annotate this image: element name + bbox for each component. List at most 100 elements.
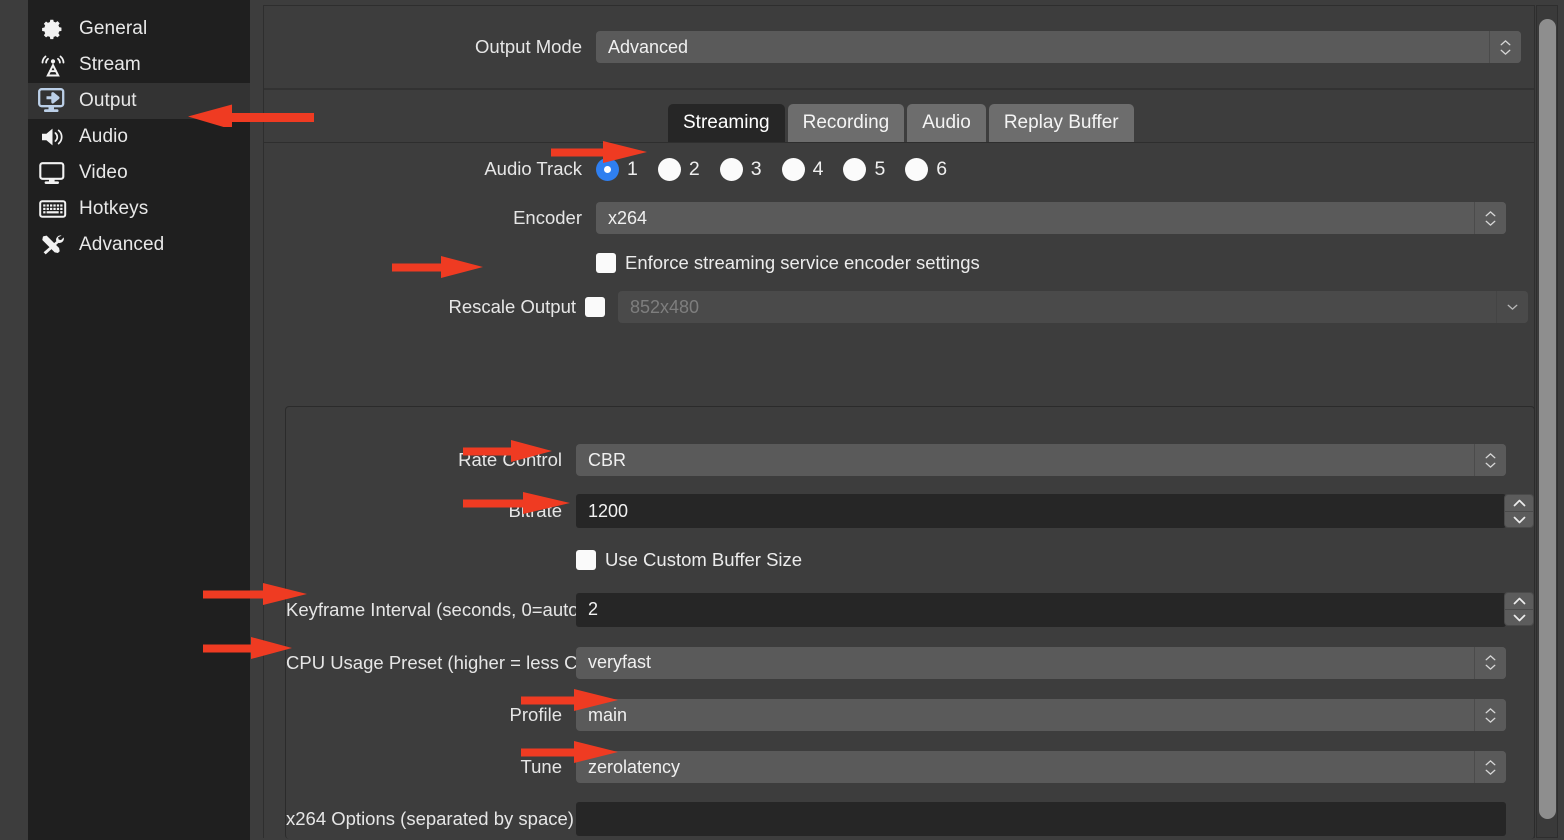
audio-track-label: Audio Track — [484, 158, 582, 179]
rescale-output-select[interactable]: 852x480 — [618, 291, 1528, 323]
tune-select[interactable]: zerolatency — [576, 751, 1506, 783]
output-mode-value: Advanced — [608, 36, 689, 57]
gear-icon — [38, 16, 68, 42]
arrow-to-rate-control — [463, 440, 552, 462]
x264-options-label: x264 Options (separated by space) — [286, 808, 574, 829]
encoder-label: Encoder — [513, 207, 582, 228]
profile-select[interactable]: main — [576, 699, 1506, 731]
checkbox-icon — [596, 253, 616, 273]
sidebar-item-label: Hotkeys — [79, 198, 149, 219]
vertical-scrollbar-track[interactable] — [1536, 5, 1558, 838]
output-mode-label: Output Mode — [475, 36, 582, 57]
spinner-up-icon[interactable] — [1504, 494, 1534, 511]
sidebar-item-label: Output — [79, 90, 137, 111]
rescale-output-checkbox[interactable] — [585, 297, 605, 317]
tab-replay-buffer[interactable]: Replay Buffer — [988, 104, 1134, 142]
chevron-down-icon[interactable] — [1496, 291, 1528, 323]
chevron-updown-icon[interactable] — [1489, 31, 1521, 63]
output-mode-select[interactable]: Advanced — [596, 31, 1521, 63]
custom-buffer-checkbox[interactable]: Use Custom Buffer Size — [576, 549, 802, 571]
cpu-preset-value: veryfast — [588, 652, 652, 672]
encoder-settings-groupbox: Rate Control CBR Bitrate 1200 — [285, 406, 1535, 839]
arrow-to-output-sidebar — [188, 103, 314, 127]
rate-control-select[interactable]: CBR — [576, 444, 1506, 476]
tune-row: Tune zerolatency — [286, 741, 1534, 793]
x264-options-input[interactable] — [576, 802, 1506, 836]
output-mode-row: Output Mode Advanced — [264, 6, 1534, 88]
audio-track-radio-5[interactable]: 5 — [843, 157, 885, 181]
sidebar-item-video[interactable]: Video — [28, 155, 250, 191]
arrow-to-cpu-preset — [203, 637, 292, 659]
sidebar-item-stream[interactable]: Stream — [28, 47, 250, 83]
keyframe-interval-row: Keyframe Interval (seconds, 0=auto) 2 — [286, 583, 1534, 636]
obs-settings-window: General Stream Output Audio Video Hotkey… — [0, 0, 1564, 840]
rate-control-value: CBR — [588, 449, 627, 470]
chevron-updown-icon[interactable] — [1474, 202, 1506, 234]
tools-icon — [38, 232, 68, 258]
arrow-to-tune — [521, 741, 618, 763]
radio-icon — [719, 157, 743, 181]
sidebar-item-advanced[interactable]: Advanced — [28, 227, 250, 263]
checkbox-icon — [576, 550, 596, 570]
keyframe-interval-spinner[interactable] — [1504, 592, 1534, 626]
audio-track-radio-4[interactable]: 4 — [781, 157, 823, 181]
audio-track-radio-6[interactable]: 6 — [905, 157, 947, 181]
radio-icon — [657, 157, 681, 181]
speaker-icon — [38, 124, 68, 150]
rescale-output-value: 852x480 — [630, 296, 700, 317]
keyboard-icon — [38, 196, 68, 222]
tab-recording[interactable]: Recording — [787, 104, 905, 142]
x264-options-row: x264 Options (separated by space) — [286, 793, 1534, 840]
sidebar-item-label: Video — [79, 162, 128, 183]
settings-main-panel: Output Mode Advanced Streaming Recording… — [263, 5, 1535, 839]
tab-audio[interactable]: Audio — [907, 104, 986, 142]
cpu-preset-select[interactable]: veryfast — [576, 646, 1506, 679]
spinner-down-icon[interactable] — [1504, 609, 1534, 626]
tab-streaming[interactable]: Streaming — [668, 104, 785, 142]
chevron-updown-icon[interactable] — [1474, 751, 1506, 783]
chevron-updown-icon[interactable] — [1474, 646, 1506, 679]
tab-bar: Streaming Recording Audio Replay Buffer — [264, 90, 1534, 142]
broadcast-icon — [38, 52, 68, 78]
custom-buffer-row: Use Custom Buffer Size — [286, 537, 1534, 583]
sidebar-item-label: Audio — [79, 126, 129, 147]
enforce-checkbox[interactable]: Enforce streaming service encoder settin… — [596, 252, 980, 274]
tune-value: zerolatency — [588, 756, 681, 777]
spinner-up-icon[interactable] — [1504, 592, 1534, 609]
spinner-down-icon[interactable] — [1504, 511, 1534, 528]
radio-icon — [905, 157, 929, 181]
sidebar-item-label: General — [79, 18, 148, 39]
keyframe-interval-input[interactable]: 2 — [576, 592, 1506, 627]
encoder-value: x264 — [608, 207, 648, 228]
output-monitor-icon — [38, 88, 68, 114]
sidebar-item-label: Stream — [79, 54, 141, 75]
audio-track-row: Audio Track 1 2 3 4 5 6 — [264, 143, 1534, 195]
keyframe-interval-label: Keyframe Interval (seconds, 0=auto) — [286, 598, 585, 620]
arrow-to-streaming-tab — [551, 141, 647, 163]
custom-buffer-label: Use Custom Buffer Size — [605, 549, 803, 570]
bitrate-spinner[interactable] — [1504, 494, 1534, 528]
arrow-to-bitrate — [463, 492, 570, 514]
rescale-output-row: Rescale Output 852x480 — [264, 285, 1534, 329]
radio-icon — [781, 157, 805, 181]
chevron-updown-icon[interactable] — [1474, 699, 1506, 731]
bitrate-input[interactable]: 1200 — [576, 494, 1506, 528]
audio-track-radio-2[interactable]: 2 — [657, 157, 700, 181]
arrow-to-keyframe-interval — [203, 583, 307, 605]
sidebar-item-hotkeys[interactable]: Hotkeys — [28, 191, 250, 227]
cpu-preset-label: CPU Usage Preset (higher = less CPU) — [286, 651, 610, 673]
sidebar-item-general[interactable]: General — [28, 11, 250, 47]
bitrate-value: 1200 — [588, 500, 629, 521]
vertical-scrollbar-thumb[interactable] — [1539, 19, 1556, 819]
sidebar-item-label: Advanced — [79, 234, 165, 255]
encoder-select[interactable]: x264 — [596, 202, 1506, 234]
arrow-to-encoder — [392, 256, 483, 278]
audio-track-radio-3[interactable]: 3 — [719, 157, 762, 181]
keyframe-interval-value: 2 — [588, 599, 599, 619]
arrow-to-profile — [521, 689, 618, 711]
encoder-row: Encoder x264 — [264, 195, 1534, 241]
rescale-output-label: Rescale Output — [448, 296, 576, 317]
radio-icon — [843, 157, 867, 181]
cpu-preset-row: CPU Usage Preset (higher = less CPU) ver… — [286, 636, 1534, 689]
chevron-updown-icon[interactable] — [1474, 444, 1506, 476]
